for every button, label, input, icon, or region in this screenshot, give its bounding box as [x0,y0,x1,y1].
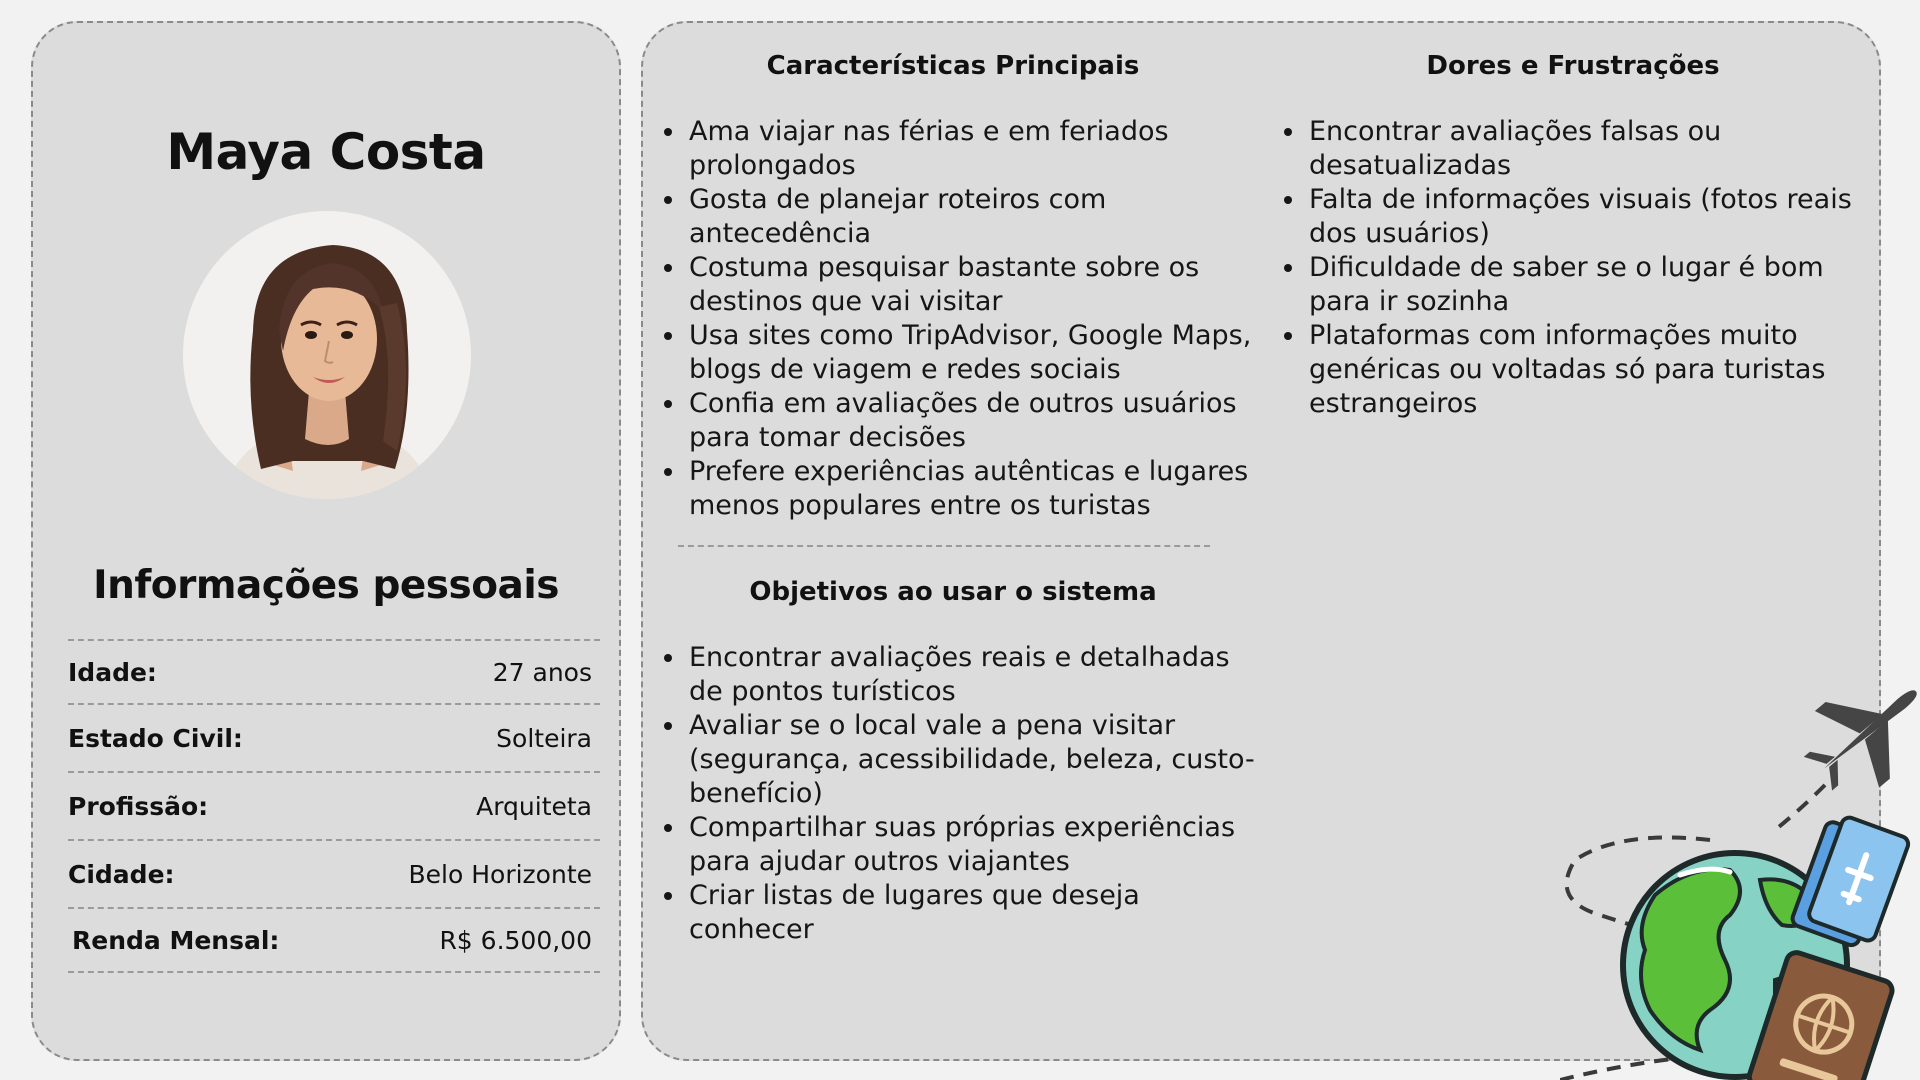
list-item: Encontrar avaliações falsas ou desatuali… [1307,115,1887,183]
characteristics-list: Ama viajar nas férias e em feriados prol… [659,115,1267,523]
list-item: Avaliar se o local vale a pena visitar (… [687,709,1267,811]
info-row-age: Idade: 27 anos [68,639,600,703]
goals-list: Encontrar avaliações reais e detalhadas … [659,641,1267,947]
info-row-profession: Profissão: Arquiteta [68,771,600,839]
persona-name: Maya Costa [166,123,486,181]
list-item: Usa sites como TripAdvisor, Google Maps,… [687,319,1267,387]
list-item: Dificuldade de saber se o lugar é bom pa… [1307,251,1887,319]
list-item: Costuma pesquisar bastante sobre os dest… [687,251,1267,319]
section-divider [678,545,1210,547]
list-item: Ama viajar nas férias e em feriados prol… [687,115,1267,183]
info-label: Idade: [68,657,157,687]
list-item: Criar listas de lugares que deseja conhe… [687,879,1267,947]
list-item: Plataformas com informações muito genéri… [1307,319,1887,421]
info-value: R$ 6.500,00 [439,925,592,955]
info-value: Solteira [496,723,592,753]
info-row-income: Renda Mensal: R$ 6.500,00 [68,907,600,973]
persona-card: Maya Costa Informações pessoais Idade: 2… [31,21,621,1061]
list-item: Compartilhar suas próprias experiências … [687,811,1267,879]
info-label: Renda Mensal: [72,925,280,955]
personal-info-table: Idade: 27 anos Estado Civil: Solteira Pr… [68,639,600,973]
avatar [183,211,471,499]
list-item: Confia em avaliações de outros usuários … [687,387,1267,455]
list-item: Encontrar avaliações reais e detalhadas … [687,641,1267,709]
info-value: Belo Horizonte [408,859,592,889]
list-item: Prefere experiências autênticas e lugare… [687,455,1267,523]
pains-title: Dores e Frustrações [1426,51,1720,81]
info-row-civil-status: Estado Civil: Solteira [68,703,600,771]
list-item: Falta de informações visuais (fotos reai… [1307,183,1887,251]
pains-list: Encontrar avaliações falsas ou desatuali… [1279,115,1887,421]
info-value: Arquiteta [476,791,592,821]
info-value: 27 anos [492,657,592,687]
goals-title: Objetivos ao usar o sistema [749,577,1157,607]
info-label: Profissão: [68,791,209,821]
info-label: Estado Civil: [68,723,243,753]
characteristics-title: Características Principais [766,51,1140,81]
info-label: Cidade: [68,859,175,889]
woman-portrait-icon [223,245,433,499]
personal-info-heading: Informações pessoais [93,563,559,608]
persona-details-card: Características Principais Ama viajar na… [641,21,1881,1061]
list-item: Gosta de planejar roteiros com antecedên… [687,183,1267,251]
info-row-city: Cidade: Belo Horizonte [68,839,600,907]
